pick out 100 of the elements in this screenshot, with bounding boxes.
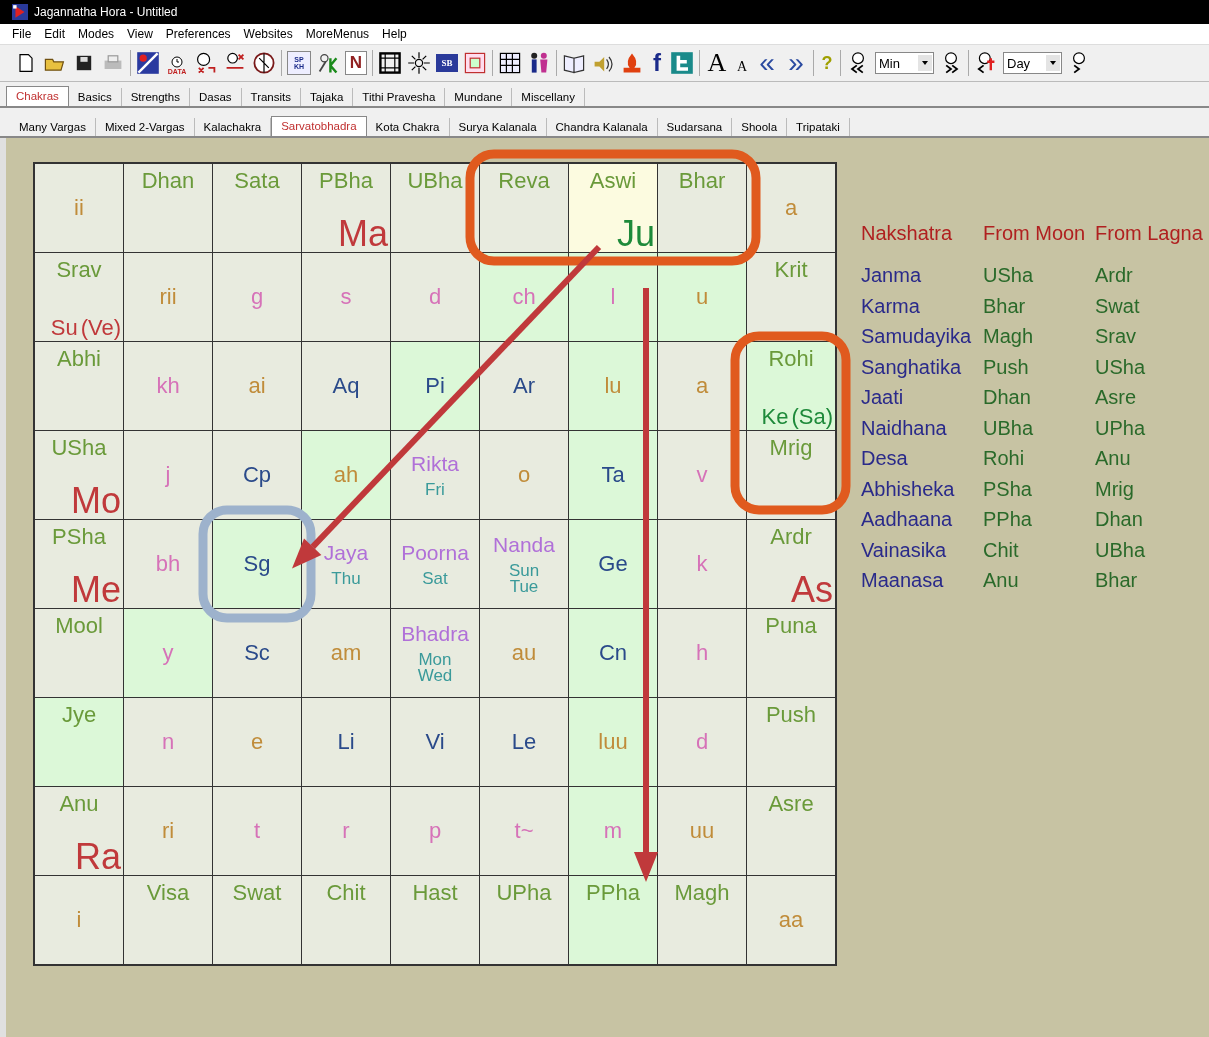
- table-cell-text: Anu: [983, 569, 1020, 593]
- letter-label: ch: [512, 284, 536, 310]
- letter-label: j: [165, 462, 171, 488]
- planet-label: Ke: [761, 404, 789, 430]
- letter-label: a: [784, 195, 798, 221]
- column-header: From Lagna: [1095, 221, 1204, 245]
- table-cell-text: USha: [1095, 355, 1147, 379]
- table-cell-text: Naidhana: [861, 416, 948, 440]
- nakshatra-label: Swat: [232, 880, 282, 906]
- letter-label: v: [696, 462, 708, 488]
- table-cell-text: Abhisheka: [861, 477, 956, 501]
- letter-label: n: [161, 729, 175, 755]
- square-icon[interactable]: [463, 51, 487, 75]
- planet-label: (Sa): [791, 404, 833, 430]
- letter-label: ai: [248, 373, 266, 399]
- menu-item[interactable]: Preferences: [165, 27, 231, 41]
- letter-label: l: [610, 284, 616, 310]
- planet-label: Ra: [74, 839, 121, 875]
- nakshatra-label: Hast: [412, 880, 458, 906]
- table-cell-text: Mrig: [1095, 477, 1135, 501]
- nakshatra-label: Sata: [234, 168, 280, 194]
- menu-item[interactable]: View: [127, 27, 153, 41]
- chart-icon[interactable]: [136, 51, 160, 75]
- sb-button[interactable]: SB: [436, 54, 458, 72]
- nakshatra-label: Jye: [61, 702, 97, 728]
- letter-label: p: [428, 818, 442, 844]
- grid-icon[interactable]: [498, 51, 522, 75]
- letter-label: t: [253, 818, 261, 844]
- letter-label: g: [250, 284, 264, 310]
- table-cell-text: Chit: [983, 538, 1020, 562]
- nakshatra-label: Puna: [765, 613, 817, 639]
- nakshatra-label: Rohi: [768, 346, 814, 372]
- planet-label: Ma: [338, 216, 388, 252]
- letter-label: m: [603, 818, 623, 844]
- table-cell-text: UBha: [983, 416, 1035, 440]
- letter-label: u: [695, 284, 709, 310]
- table-cell-text: Jaati: [861, 386, 905, 410]
- letter-label: rii: [159, 284, 177, 310]
- table-cell-text: PPha: [983, 508, 1033, 532]
- nakshatra-label: Ardr: [770, 524, 812, 550]
- menu-item[interactable]: MoreMenus: [305, 27, 370, 41]
- letter-label: au: [511, 640, 537, 666]
- font-larger-button[interactable]: A: [705, 51, 729, 75]
- t-icon[interactable]: [670, 51, 694, 75]
- table-cell-text: Ardr: [1095, 264, 1134, 288]
- nakshatra-label: PPha: [586, 880, 640, 906]
- column-header: From Moon: [983, 221, 1087, 245]
- menu-item[interactable]: Modes: [78, 27, 115, 41]
- letter-label: t~: [514, 818, 534, 844]
- step-unit-dropdown[interactable]: Min: [875, 52, 934, 74]
- grid-icon[interactable]: [378, 51, 402, 75]
- table-cell-text: Magh: [983, 325, 1035, 349]
- letter-label: o: [517, 462, 531, 488]
- sign-label: Sg: [243, 551, 271, 577]
- nakshatra-label: Chit: [326, 880, 366, 906]
- font-smaller-button[interactable]: A: [734, 51, 750, 75]
- planet-label: (Ve): [80, 315, 121, 341]
- sign-label: Cp: [242, 462, 272, 488]
- planet-label: Su: [50, 315, 78, 341]
- letter-label: a: [695, 373, 709, 399]
- weekday-label: Sun: [508, 563, 540, 579]
- forward-button[interactable]: »: [784, 51, 808, 75]
- weekday-label: Sat: [422, 571, 448, 587]
- nakshatra-label: Mool: [55, 613, 103, 639]
- table-cell-text: Janma: [861, 264, 923, 288]
- back-button[interactable]: «: [755, 51, 779, 75]
- menu-item[interactable]: Help: [382, 27, 407, 41]
- tab[interactable]: Chakras: [6, 86, 69, 106]
- menu-item[interactable]: Websites: [243, 27, 293, 41]
- weekday-label: Fri: [425, 482, 445, 498]
- weekday-label: Tue: [509, 579, 539, 595]
- sign-label: Pi: [425, 373, 445, 399]
- table-cell-text: Push: [983, 355, 1030, 379]
- table-cell-text: Srav: [1095, 325, 1138, 349]
- table-cell-text: PSha: [983, 477, 1033, 501]
- sign-label: Vi: [425, 729, 445, 755]
- tithi-label: Rikta: [411, 452, 459, 476]
- letter-label: ah: [333, 462, 359, 488]
- table-cell-text: Bhar: [983, 294, 1027, 318]
- table-cell-text: Sanghatika: [861, 355, 963, 379]
- sun-icon[interactable]: [407, 51, 431, 75]
- tithi-label: Bhadra: [401, 622, 469, 646]
- letter-label: y: [162, 640, 174, 666]
- menu-item[interactable]: File: [12, 27, 32, 41]
- nakshatra-label: Krit: [774, 257, 808, 283]
- table-cell-text: Aadhaana: [861, 508, 954, 532]
- f-button[interactable]: f: [649, 51, 665, 75]
- nakshatra-label: Abhi: [56, 346, 101, 372]
- step-unit-dropdown[interactable]: Day: [1003, 52, 1062, 74]
- menu-item[interactable]: Edit: [44, 27, 66, 41]
- nakshatra-label: Mrig: [769, 435, 813, 461]
- letter-label: i: [76, 907, 82, 933]
- letter-label: e: [250, 729, 264, 755]
- tab[interactable]: Sarvatobhadra: [271, 116, 367, 136]
- letter-label: lu: [604, 373, 622, 399]
- nakshatra-label: UBha: [407, 168, 463, 194]
- n-button[interactable]: N: [345, 51, 367, 75]
- table-cell-text: Maanasa: [861, 569, 945, 593]
- key-icon[interactable]: [316, 51, 340, 75]
- table-cell-text: Desa: [861, 447, 909, 471]
